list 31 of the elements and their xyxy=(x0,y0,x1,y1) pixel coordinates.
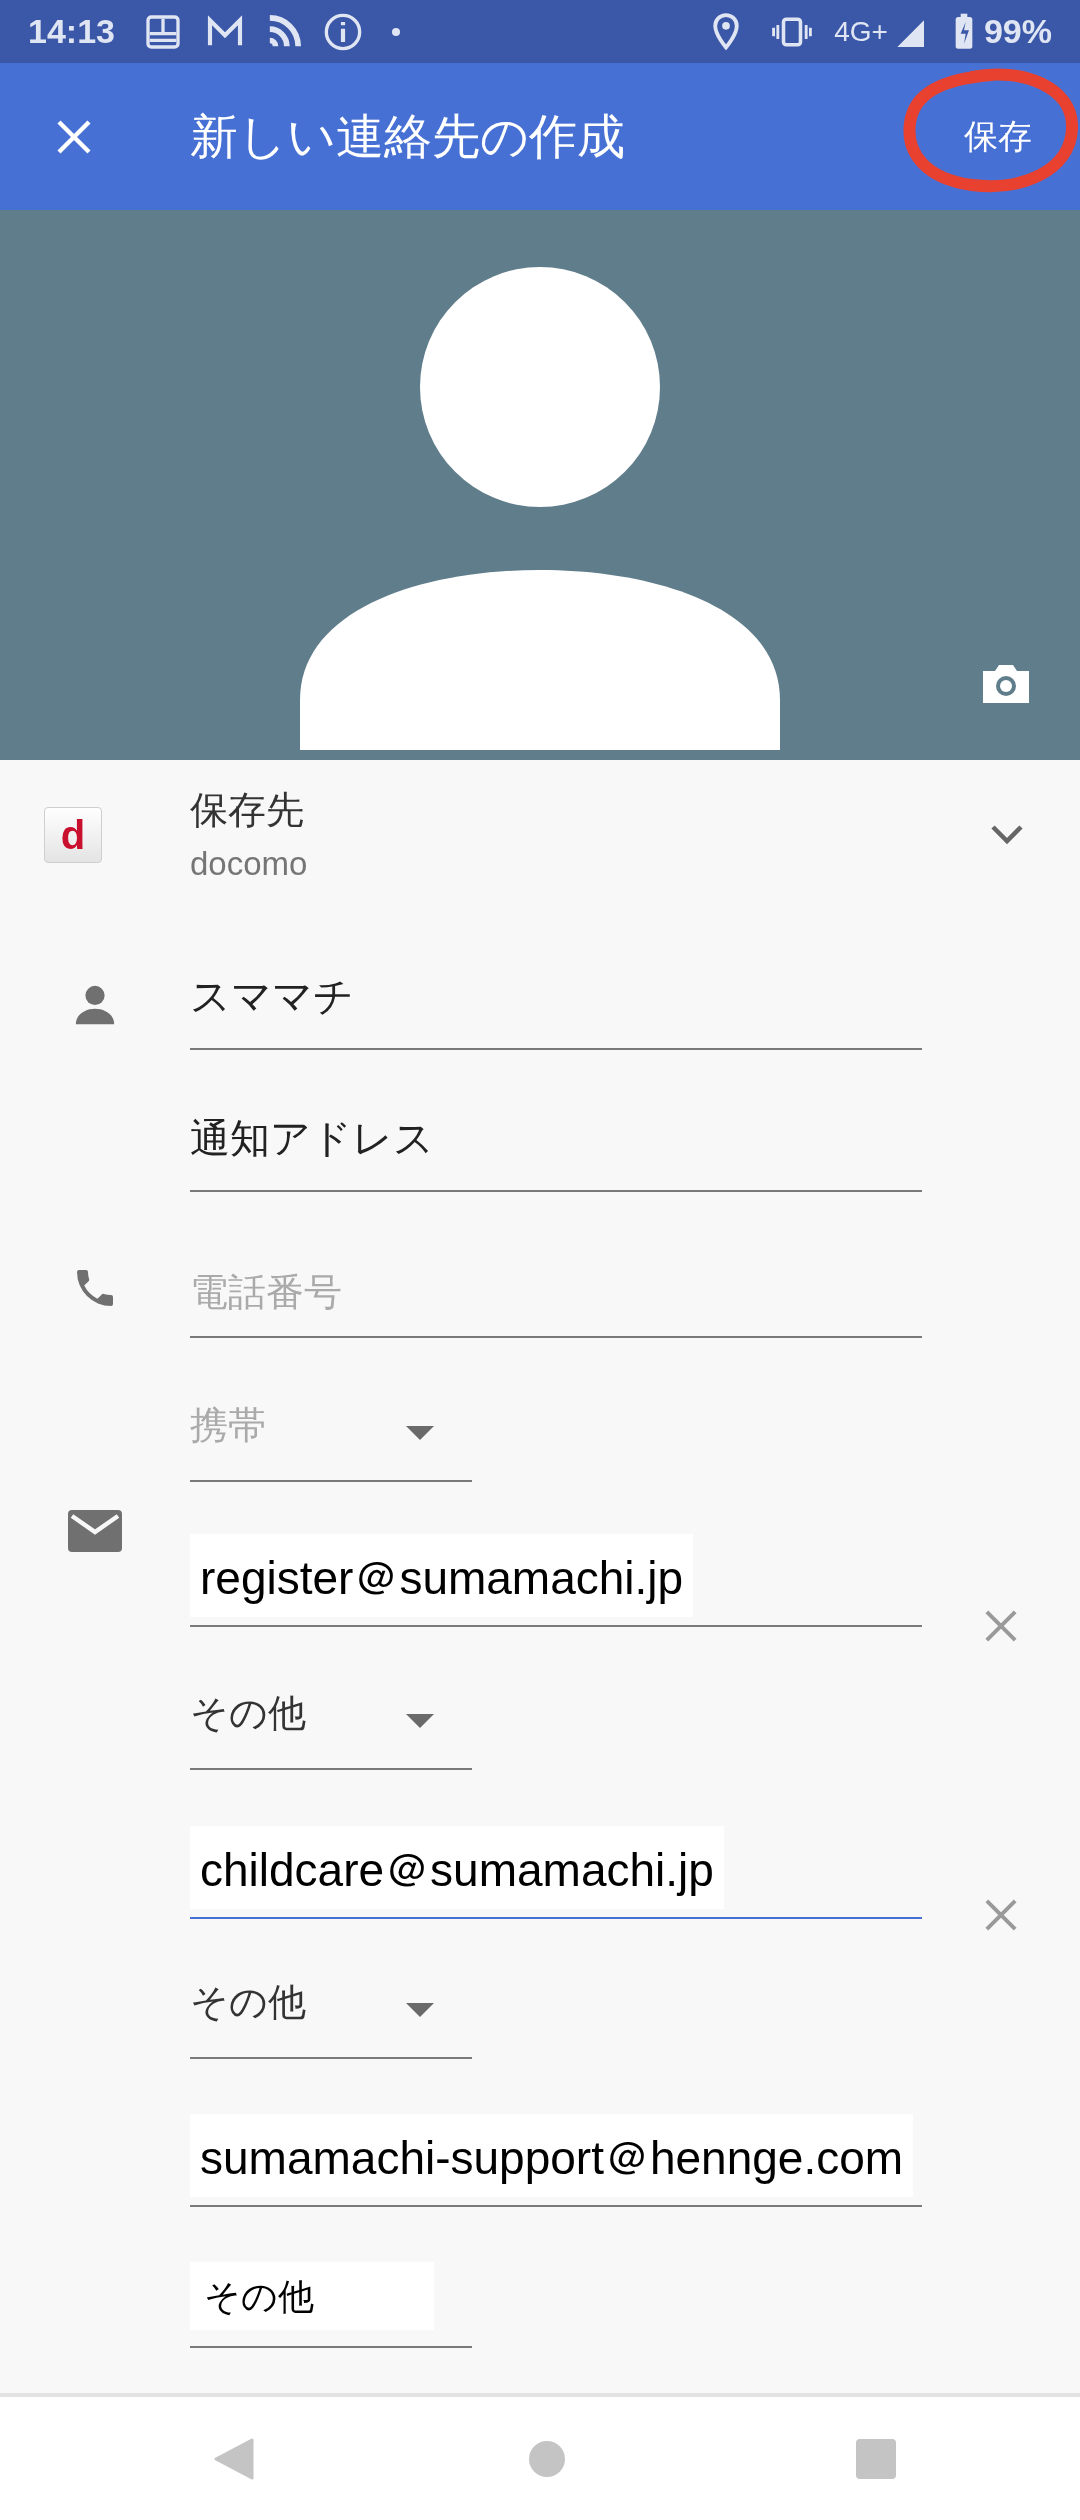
account-logo: d xyxy=(44,807,102,863)
network-type: 4G+ xyxy=(834,14,888,49)
status-time: 14:13 xyxy=(28,11,115,52)
chevron-down-icon xyxy=(990,824,1024,846)
recents-button[interactable] xyxy=(856,2438,896,2479)
email-field[interactable]: register＠sumamachi.jp xyxy=(190,1482,922,1627)
email-type-field[interactable]: その他 xyxy=(190,2207,472,2348)
email-type-dropdown[interactable]: その他 xyxy=(190,1627,472,1770)
battery-icon xyxy=(953,12,974,51)
name-field[interactable]: 通知アドレス xyxy=(190,1050,922,1192)
toolbar-title: 新しい連絡先の作成 xyxy=(190,108,625,165)
vibrate-icon xyxy=(772,14,813,49)
account-name: docomo xyxy=(190,843,309,884)
email-type-dropdown[interactable]: その他 xyxy=(190,1919,472,2059)
info-icon xyxy=(322,11,363,52)
dot-icon xyxy=(390,26,401,37)
home-button[interactable] xyxy=(528,2439,566,2478)
dropdown-arrow-icon xyxy=(406,2003,434,2017)
account-row[interactable]: d 保存先 docomo xyxy=(0,760,1080,910)
close-icon xyxy=(984,1609,1018,1643)
email-field[interactable]: childcare＠sumamachi.jp xyxy=(190,1770,922,1919)
back-button[interactable] xyxy=(214,2437,254,2480)
account-label: 保存先 xyxy=(190,787,305,833)
dropdown-arrow-icon xyxy=(406,1714,434,1728)
save-button[interactable]: 保存 xyxy=(954,99,1042,174)
mail-icon xyxy=(68,1510,122,1552)
dropdown-arrow-icon xyxy=(406,1426,434,1440)
phone-field[interactable]: 電話番号 xyxy=(190,1192,922,1338)
battery-level: 99% xyxy=(983,11,1052,52)
name-field[interactable]: スママチ xyxy=(190,910,922,1050)
close-icon xyxy=(984,1897,1018,1932)
